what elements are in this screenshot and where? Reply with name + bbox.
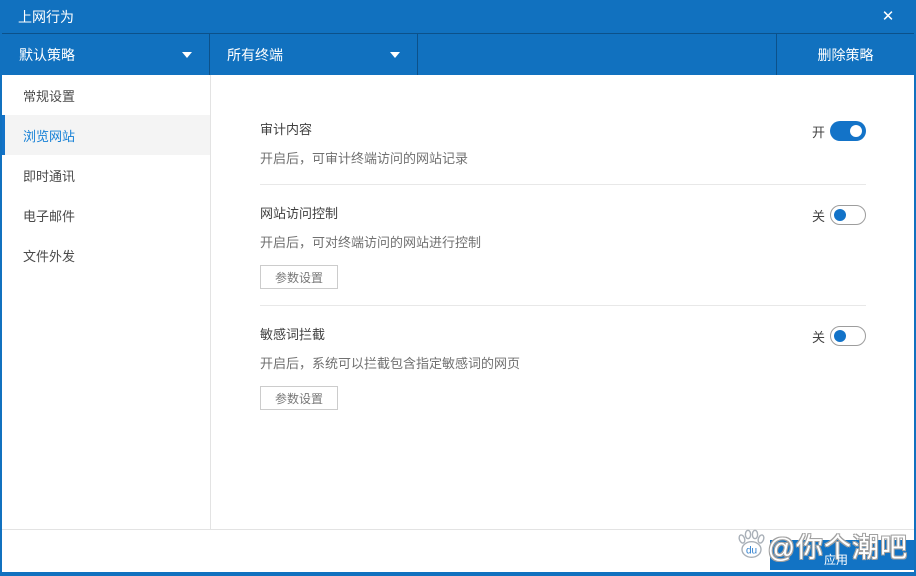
terminal-dropdown-value: 所有终端	[227, 46, 283, 63]
website-access-control-toggle[interactable]	[830, 205, 866, 225]
setting-title: 审计内容	[260, 122, 313, 137]
settings-panel: 审计内容 开启后，可审计终端访问的网站记录 开 网站访问控制 开启后，可对终端访…	[211, 75, 914, 529]
setting-row-sensitive-word-blocking: 敏感词拦截 开启后，系统可以拦截包含指定敏感词的网页 参数设置 关	[260, 306, 866, 410]
chevron-down-icon	[390, 51, 400, 58]
setting-row-audit-content: 审计内容 开启后，可审计终端访问的网站记录 开	[260, 121, 866, 185]
toggle-state-label: 关	[811, 208, 825, 224]
setting-title: 敏感词拦截	[260, 327, 326, 342]
toggle-group: 关	[812, 205, 866, 225]
setting-description: 开启后，系统可以拦截包含指定敏感词的网页	[260, 356, 521, 371]
app-window: 上网行为 ✕ 默认策略 所有终端 删除策略 常规设置 浏览网站 即时通讯 电子邮…	[0, 0, 916, 576]
title-bar: 上网行为 ✕	[2, 0, 914, 33]
sidebar: 常规设置 浏览网站 即时通讯 电子邮件 文件外发	[2, 75, 211, 529]
sidebar-item-label: 即时通讯	[23, 168, 76, 184]
delete-policy-label: 删除策略	[817, 46, 874, 63]
toggle-group: 关	[812, 326, 866, 346]
sidebar-item-label: 浏览网站	[23, 128, 76, 144]
sidebar-item-label: 常规设置	[23, 88, 76, 104]
footer-strip	[2, 529, 914, 572]
parameter-settings-button[interactable]: 参数设置	[260, 386, 339, 410]
setting-description: 开启后，可审计终端访问的网站记录	[260, 151, 469, 166]
sidebar-item-file-outgoing[interactable]: 文件外发	[2, 235, 210, 275]
parameter-settings-button[interactable]: 参数设置	[260, 265, 339, 289]
policy-dropdown-value: 默认策略	[19, 46, 75, 63]
policy-dropdown[interactable]: 默认策略	[2, 34, 210, 75]
setting-description: 开启后，可对终端访问的网站进行控制	[260, 235, 482, 250]
audit-content-toggle[interactable]	[830, 121, 866, 141]
content-body: 常规设置 浏览网站 即时通讯 电子邮件 文件外发 审计内容 开启后，可审计终端访…	[2, 75, 914, 529]
chevron-down-icon	[182, 51, 192, 58]
close-icon[interactable]: ✕	[878, 9, 898, 24]
sidebar-item-email[interactable]: 电子邮件	[2, 195, 210, 235]
sidebar-item-label: 文件外发	[23, 248, 76, 264]
toggle-state-label: 开	[811, 124, 825, 140]
delete-policy-button[interactable]: 删除策略	[776, 34, 914, 75]
sidebar-item-general-settings[interactable]: 常规设置	[2, 75, 210, 115]
sidebar-item-browse-websites[interactable]: 浏览网站	[2, 115, 210, 155]
toggle-state-label: 关	[811, 329, 825, 345]
sidebar-item-label: 电子邮件	[23, 208, 76, 224]
policy-toolbar: 默认策略 所有终端 删除策略	[2, 33, 914, 75]
toggle-group: 开	[812, 121, 866, 141]
setting-row-website-access-control: 网站访问控制 开启后，可对终端访问的网站进行控制 参数设置 关	[260, 185, 866, 306]
sensitive-word-toggle[interactable]	[830, 326, 866, 346]
setting-title: 网站访问控制	[260, 206, 339, 221]
terminal-dropdown[interactable]: 所有终端	[210, 34, 418, 75]
window-title: 上网行为	[18, 8, 74, 25]
sidebar-item-instant-messaging[interactable]: 即时通讯	[2, 155, 210, 195]
